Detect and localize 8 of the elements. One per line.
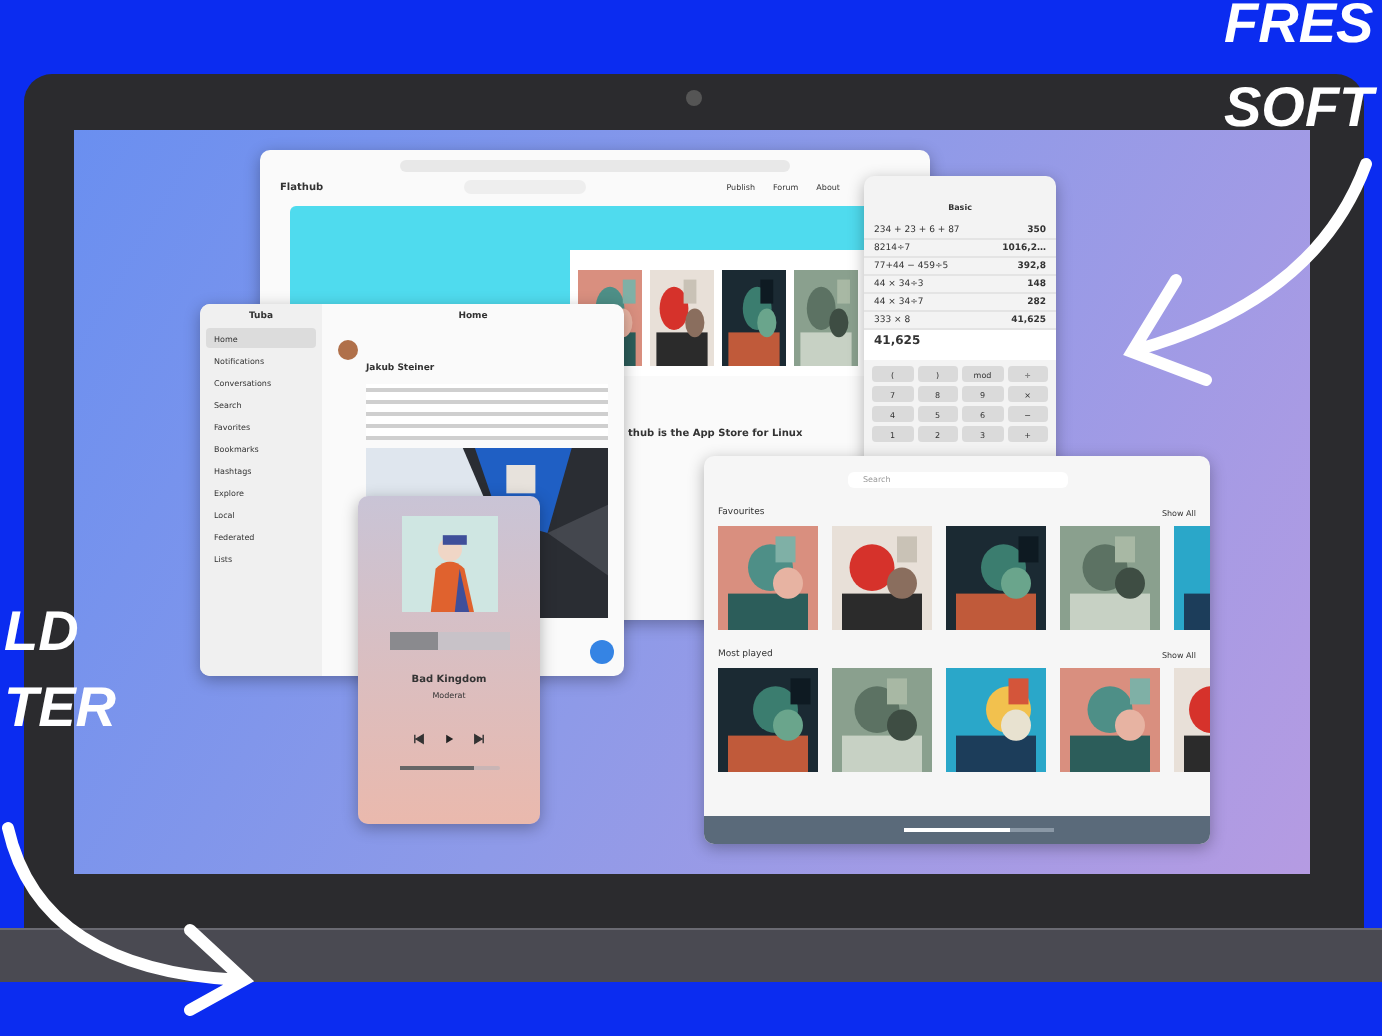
compose-button[interactable]: [590, 640, 614, 664]
handwritten-caption: FRES: [1224, 0, 1374, 56]
play-icon[interactable]: [442, 732, 456, 746]
next-icon[interactable]: [472, 732, 486, 746]
camera-icon: [686, 90, 702, 106]
waveform[interactable]: [389, 632, 509, 650]
previous-icon[interactable]: [412, 732, 426, 746]
avatar-icon: [338, 340, 358, 360]
